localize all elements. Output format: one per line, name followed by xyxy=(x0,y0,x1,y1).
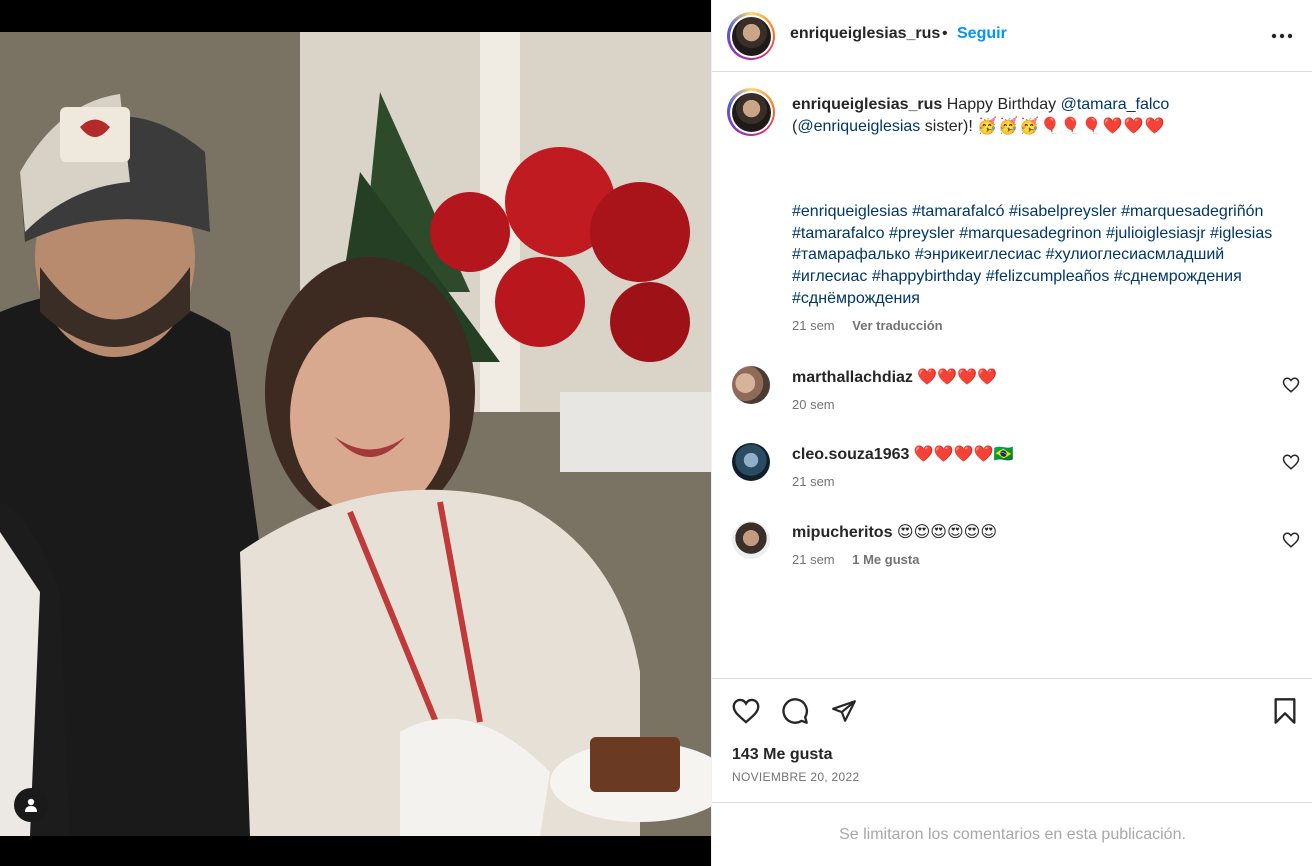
comment-time: 20 sem xyxy=(792,397,835,412)
like-comment-heart-icon[interactable] xyxy=(1282,453,1300,471)
comment-text: mipucheritos 😍😍😍😍😍😍 xyxy=(792,523,997,543)
comment-item: mipucheritos 😍😍😍😍😍😍 21 sem 1 Me gusta xyxy=(712,521,1312,591)
separator-dot: • xyxy=(942,25,948,42)
commenter-username[interactable]: cleo.souza1963 xyxy=(792,446,909,463)
comment-text: marthallachdiaz ❤️❤️❤️❤️ xyxy=(792,368,997,388)
commenter-avatar[interactable] xyxy=(732,521,770,559)
more-options-button[interactable] xyxy=(1268,24,1296,48)
comment-meta: 21 sem xyxy=(792,474,835,489)
see-translation-link[interactable]: Ver traducción xyxy=(852,318,942,333)
author-avatar[interactable] xyxy=(727,12,775,60)
caption-hashtags[interactable]: #enriqueiglesias #tamarafalcó #isabelpre… xyxy=(792,201,1292,310)
comment-button[interactable] xyxy=(779,695,811,727)
post-panel: enriqueiglesias_rus • Seguir enriqueigle… xyxy=(711,0,1312,866)
caption-mention-1[interactable]: @tamara_falco xyxy=(1061,96,1170,113)
comment-item: cleo.souza1963 ❤️❤️❤️❤️🇧🇷 21 sem xyxy=(712,443,1312,513)
comment-body: 😍😍😍😍😍😍 xyxy=(896,524,997,541)
comment-text: cleo.souza1963 ❤️❤️❤️❤️🇧🇷 xyxy=(792,445,1013,465)
like-button[interactable] xyxy=(730,695,762,727)
post-photo[interactable] xyxy=(0,32,711,836)
commenter-username[interactable]: mipucheritos xyxy=(792,524,892,541)
comment-item: marthallachdiaz ❤️❤️❤️❤️ 20 sem xyxy=(712,366,1312,436)
commenter-avatar[interactable] xyxy=(732,366,770,404)
follow-button[interactable]: Seguir xyxy=(957,25,1007,43)
save-button[interactable] xyxy=(1269,695,1301,727)
caption-avatar[interactable] xyxy=(727,88,775,136)
caption-mention-2[interactable]: @enriqueiglesias xyxy=(797,118,920,135)
heart-icon xyxy=(732,698,760,724)
caption-time: 21 sem xyxy=(792,318,835,333)
user-icon xyxy=(25,798,37,812)
tagged-users-button[interactable] xyxy=(14,788,48,822)
comment-time: 21 sem xyxy=(792,552,835,567)
more-horizontal-icon xyxy=(1271,33,1293,39)
post-header: enriqueiglesias_rus • Seguir xyxy=(712,0,1312,72)
caption-emojis: 🥳🥳🥳🎈🎈🎈❤️❤️❤️ xyxy=(977,118,1166,135)
commenter-username[interactable]: marthallachdiaz xyxy=(792,369,913,386)
bookmark-icon xyxy=(1274,698,1296,724)
caption-text-after: sister)! xyxy=(924,118,973,135)
comments-limited-notice: Se limitaron los comentarios en esta pub… xyxy=(712,802,1312,866)
post-media xyxy=(0,0,711,866)
author-username[interactable]: enriqueiglesias_rus xyxy=(790,25,940,43)
comment-body: ❤️❤️❤️❤️ xyxy=(917,369,998,386)
comment-meta: 21 sem 1 Me gusta xyxy=(792,552,919,567)
post-actions: 143 Me gusta NOVIEMBRE 20, 2022 xyxy=(712,678,1312,802)
commenter-avatar[interactable] xyxy=(732,443,770,481)
caption-text-before: Happy Birthday xyxy=(946,96,1057,113)
caption-username[interactable]: enriqueiglesias_rus xyxy=(792,96,942,113)
like-comment-heart-icon[interactable] xyxy=(1282,531,1300,549)
comment-meta: 20 sem xyxy=(792,397,835,412)
post-date: NOVIEMBRE 20, 2022 xyxy=(732,770,860,784)
like-comment-heart-icon[interactable] xyxy=(1282,376,1300,394)
likes-count[interactable]: 143 Me gusta xyxy=(732,746,832,764)
comment-time: 21 sem xyxy=(792,474,835,489)
comment-body: ❤️❤️❤️❤️🇧🇷 xyxy=(913,446,1014,463)
caption-meta: 21 sem Ver traducción xyxy=(792,318,943,333)
comment-bubble-icon xyxy=(782,698,808,724)
comment-likes[interactable]: 1 Me gusta xyxy=(852,552,919,567)
photo-illustration xyxy=(0,32,711,836)
send-icon xyxy=(832,700,856,722)
comments-section[interactable]: enriqueiglesias_rus Happy Birthday @tama… xyxy=(712,72,1312,678)
caption-text: enriqueiglesias_rus Happy Birthday @tama… xyxy=(792,94,1292,138)
share-button[interactable] xyxy=(828,695,860,727)
